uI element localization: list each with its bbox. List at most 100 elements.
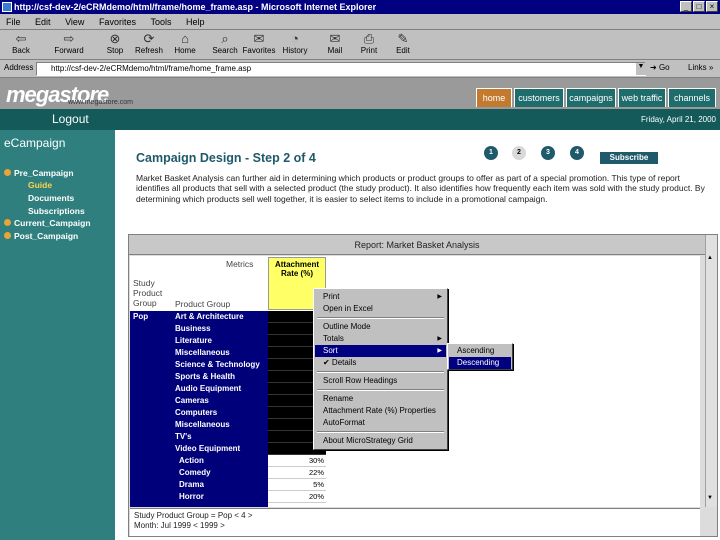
row-label[interactable]: Horror: [175, 491, 204, 503]
context-menu-item[interactable]: Scroll Row Headings: [315, 375, 446, 387]
print-button[interactable]: ⎙ Print: [352, 32, 386, 58]
current-date: Friday, April 21, 2000: [640, 115, 716, 124]
step-1-button[interactable]: 1: [484, 146, 498, 160]
row-label[interactable]: Science & Technology: [175, 359, 260, 371]
attachment-rate-cell[interactable]: 22%: [268, 467, 326, 479]
row-label[interactable]: Art & Architecture: [175, 311, 244, 323]
address-input[interactable]: http://csf-dev-2/eCRMdemo/html/frame/hom…: [36, 62, 646, 76]
context-menu-item[interactable]: Rename: [315, 393, 446, 405]
subscribe-button[interactable]: Subscribe: [600, 152, 658, 164]
menu-separator: [317, 389, 444, 391]
report-scrollbar[interactable]: ▲ ▼: [705, 235, 717, 507]
product-group-header[interactable]: Product Group: [175, 299, 230, 309]
step-3-button[interactable]: 3: [541, 146, 555, 160]
row-label[interactable]: Computers: [175, 407, 217, 419]
sidebar-item-post-campaign[interactable]: Post_Campaign: [4, 231, 78, 241]
sort-descending-item[interactable]: Descending: [449, 357, 511, 369]
footer-filter-month[interactable]: Month: Jul 1999 < 1999 >: [134, 521, 696, 531]
edit-icon: ✎: [397, 31, 409, 46]
footer-filter-group[interactable]: Study Product Group = Pop < 4 >: [134, 511, 696, 521]
context-menu-item[interactable]: About MicroStrategy Grid: [315, 435, 446, 447]
context-menu-item[interactable]: Open in Excel: [315, 303, 446, 315]
nav-tab-customers[interactable]: customers: [514, 88, 564, 107]
sidebar: [0, 130, 115, 540]
browser-toolbar: ⇦ Back ⇨ Forward ⊗ Stop ⟳ Refresh ⌂ Home ⌕ Sea…: [0, 30, 720, 60]
favorites-button[interactable]: ✉ Favorites: [242, 32, 276, 58]
context-menu-item[interactable]: Print ▶: [315, 291, 446, 303]
stop-button[interactable]: ⊗ Stop: [98, 32, 132, 58]
attachment-rate-cell[interactable]: 30%: [268, 455, 326, 467]
context-menu-item[interactable]: Totals ▶: [315, 333, 446, 345]
address-dropdown-icon[interactable]: ▼: [636, 63, 646, 75]
back-button[interactable]: ⇦ Back: [4, 32, 38, 58]
menu-favorites[interactable]: Favorites: [93, 14, 142, 30]
context-menu-item[interactable]: Attachment Rate (%) Properties: [315, 405, 446, 417]
sort-submenu: Ascending Descending: [447, 343, 513, 370]
context-menu-item-label: ✔ Details: [323, 358, 357, 367]
submenu-arrow-icon: ▶: [437, 336, 442, 342]
sidebar-item-current-campaign[interactable]: Current_Campaign: [4, 218, 91, 228]
study-product-group-header[interactable]: Study Product Group: [133, 278, 173, 308]
context-menu-item[interactable]: Sort ▶: [315, 345, 446, 357]
stop-icon: ⊗: [109, 31, 121, 46]
context-menu-item[interactable]: AutoFormat: [315, 417, 446, 429]
menu-tools[interactable]: Tools: [144, 14, 177, 30]
row-label[interactable]: Miscellaneous: [175, 419, 230, 431]
row-label[interactable]: Literature: [175, 335, 212, 347]
row-label[interactable]: Cameras: [175, 395, 209, 407]
nav-tab-web-traffic[interactable]: web traffic: [618, 88, 666, 107]
scroll-down-icon[interactable]: ▼: [707, 495, 713, 501]
sidebar-item-guide[interactable]: Guide: [28, 180, 52, 190]
mail-button[interactable]: ✉ Mail: [318, 32, 352, 58]
home-icon: ⌂: [181, 31, 189, 46]
row-label[interactable]: Miscellaneous: [175, 347, 230, 359]
step-4-button[interactable]: 4: [570, 146, 584, 160]
row-label[interactable]: Drama: [175, 479, 204, 491]
sidebar-item-subscriptions[interactable]: Subscriptions: [28, 206, 85, 216]
home-button[interactable]: ⌂ Home: [168, 32, 202, 58]
logout-link[interactable]: Logout: [52, 109, 89, 129]
search-button[interactable]: ⌕ Search: [208, 32, 242, 58]
context-menu-item-label: About MicroStrategy Grid: [323, 436, 413, 445]
close-button[interactable]: ×: [706, 1, 718, 12]
row-label[interactable]: Comedy: [175, 467, 211, 479]
maximize-button[interactable]: □: [693, 1, 705, 12]
nav-tab-channels[interactable]: channels: [668, 88, 716, 107]
context-menu-item[interactable]: Outline Mode: [315, 321, 446, 333]
scroll-up-icon[interactable]: ▲: [707, 255, 713, 261]
address-bar: Address http://csf-dev-2/eCRMdemo/html/f…: [0, 60, 720, 78]
attachment-rate-cell[interactable]: 5%: [268, 479, 326, 491]
report-footer: Study Product Group = Pop < 4 > Month: J…: [130, 508, 700, 536]
context-menu-item-label: Outline Mode: [323, 322, 371, 331]
row-group-pop[interactable]: Pop: [133, 311, 148, 323]
attachment-rate-cell[interactable]: 20%: [268, 491, 326, 503]
go-button[interactable]: ➜ Go: [650, 63, 670, 72]
links-button[interactable]: Links »: [688, 63, 713, 72]
history-button[interactable]: ◔ History: [278, 32, 312, 58]
sort-ascending-item[interactable]: Ascending: [449, 345, 511, 357]
edit-button[interactable]: ✎ Edit: [386, 32, 420, 58]
minimize-button[interactable]: _: [680, 1, 692, 12]
row-label[interactable]: Business: [175, 323, 211, 335]
bullet-icon: [4, 219, 11, 226]
sidebar-item-pre-campaign[interactable]: Pre_Campaign: [4, 168, 74, 178]
site-logo-url: www.megastore.com: [68, 99, 133, 106]
row-label[interactable]: Action: [175, 455, 204, 467]
nav-tab-campaigns[interactable]: campaigns: [566, 88, 616, 107]
forward-button[interactable]: ⇨ Forward: [52, 32, 86, 58]
menu-help[interactable]: Help: [180, 14, 211, 30]
context-menu-item[interactable]: ✔ Details: [315, 357, 446, 369]
row-label[interactable]: Video Equipment: [175, 443, 240, 455]
refresh-button[interactable]: ⟳ Refresh: [132, 32, 166, 58]
nav-tab-home[interactable]: home: [476, 88, 512, 107]
go-label: Go: [658, 63, 670, 72]
menu-file[interactable]: File: [0, 14, 27, 30]
row-label[interactable]: Sports & Health: [175, 371, 235, 383]
row-label[interactable]: Audio Equipment: [175, 383, 241, 395]
sidebar-item-documents[interactable]: Documents: [28, 193, 74, 203]
context-menu-item-label: Print: [323, 292, 340, 301]
step-2-button[interactable]: 2: [512, 146, 526, 160]
menu-view[interactable]: View: [59, 14, 90, 30]
row-label[interactable]: TV's: [175, 431, 192, 443]
menu-edit[interactable]: Edit: [29, 14, 57, 30]
